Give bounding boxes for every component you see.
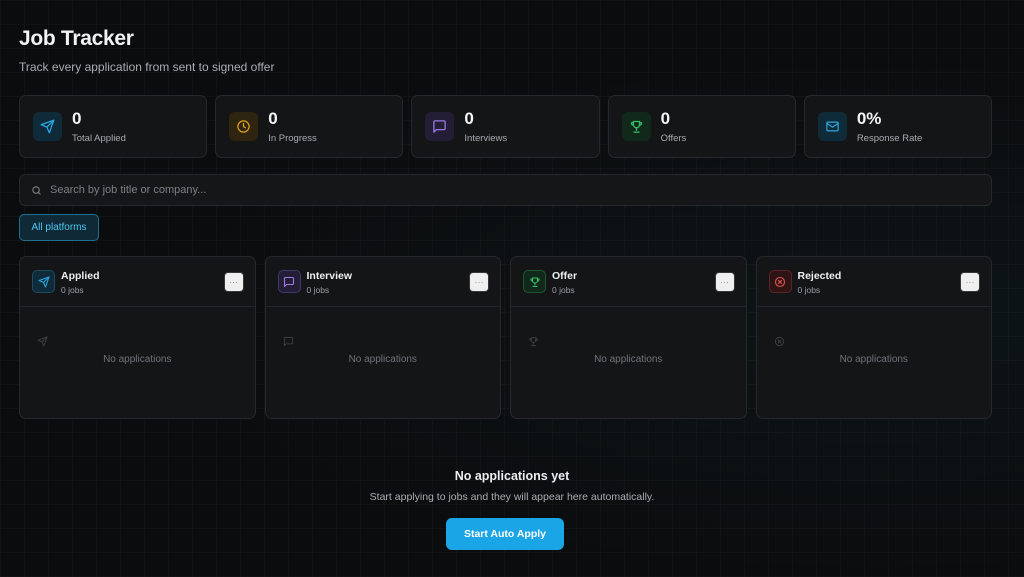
page-title: Job Tracker: [19, 27, 134, 50]
column-title: Offer: [552, 270, 578, 282]
stat-card-response-rate: 0% Response Rate: [803, 95, 993, 158]
search-input[interactable]: [50, 184, 950, 196]
column-menu-button[interactable]: ···: [469, 272, 489, 292]
column-header: Offer 0 jobs ···: [511, 257, 746, 307]
column-empty-text: No applications: [348, 354, 417, 365]
message-icon: [277, 270, 301, 293]
column-applied: Applied 0 jobs ··· No applications: [19, 256, 256, 419]
column-title: Applied: [61, 270, 100, 282]
clock-icon: [229, 112, 259, 141]
column-header: Applied 0 jobs ···: [20, 257, 255, 307]
column-count: 0 jobs: [797, 285, 821, 295]
column-count: 0 jobs: [61, 285, 84, 295]
stat-label: Interviews: [464, 133, 508, 144]
empty-state-title: No applications yet: [454, 469, 570, 483]
stat-label: Total Applied: [72, 133, 126, 144]
stat-value: 0: [464, 109, 474, 128]
search-icon: [32, 185, 41, 195]
stat-card-interviews: 0 Interviews: [411, 95, 600, 158]
trophy-icon: [529, 337, 538, 347]
stat-card-total-applied: 0 Total Applied: [19, 95, 208, 158]
stats-row: 0 Total Applied 0 In Progress 0 Intervie…: [19, 95, 993, 158]
stat-value: 0: [72, 109, 82, 128]
stat-label: Offers: [660, 133, 687, 144]
trophy-icon: [621, 112, 651, 141]
message-icon: [425, 112, 455, 141]
column-header: Interview 0 jobs ···: [265, 257, 500, 307]
column-offer: Offer 0 jobs ··· No applications: [510, 256, 747, 419]
column-header: Rejected 0 jobs ···: [756, 257, 991, 307]
column-menu-button[interactable]: ···: [714, 272, 735, 292]
column-rejected: Rejected 0 jobs ··· No applications: [755, 256, 992, 419]
column-interview: Interview 0 jobs ··· No applications: [264, 256, 501, 419]
stat-value: 0%: [856, 109, 882, 128]
column-menu-button[interactable]: ···: [960, 272, 980, 292]
stat-label: In Progress: [268, 133, 317, 144]
stat-value: 0: [268, 109, 278, 128]
column-empty-text: No applications: [594, 354, 663, 365]
stat-card-in-progress: 0 In Progress: [215, 95, 404, 158]
send-icon: [32, 270, 55, 293]
stat-card-offers: 0 Offers: [607, 95, 796, 158]
page-subtitle: Track every application from sent to sig…: [19, 60, 275, 74]
send-icon: [33, 112, 62, 141]
x-circle-icon: [774, 336, 784, 347]
message-icon: [283, 336, 293, 347]
start-auto-apply-button[interactable]: Start Auto Apply: [446, 518, 564, 550]
stat-value: 0: [660, 109, 671, 128]
search-bar: [19, 174, 992, 206]
column-empty-text: No applications: [839, 354, 908, 365]
kanban-board: Applied 0 jobs ··· No applications Inter…: [19, 256, 992, 419]
job-tracker-app: Job Tracker Track every application from…: [0, 0, 1024, 577]
send-icon: [37, 336, 48, 347]
column-menu-button[interactable]: ···: [223, 272, 244, 292]
stat-label: Response Rate: [856, 133, 923, 144]
platform-filter-chip[interactable]: All platforms: [19, 214, 99, 241]
column-count: 0 jobs: [552, 285, 575, 295]
column-title: Rejected: [797, 270, 842, 282]
empty-state-description: Start applying to jobs and they will app…: [369, 491, 655, 503]
column-title: Interview: [306, 270, 353, 282]
mail-icon: [817, 112, 847, 141]
x-circle-icon: [768, 270, 792, 293]
column-empty-text: No applications: [103, 354, 172, 365]
column-count: 0 jobs: [306, 285, 330, 295]
trophy-icon: [523, 270, 546, 293]
